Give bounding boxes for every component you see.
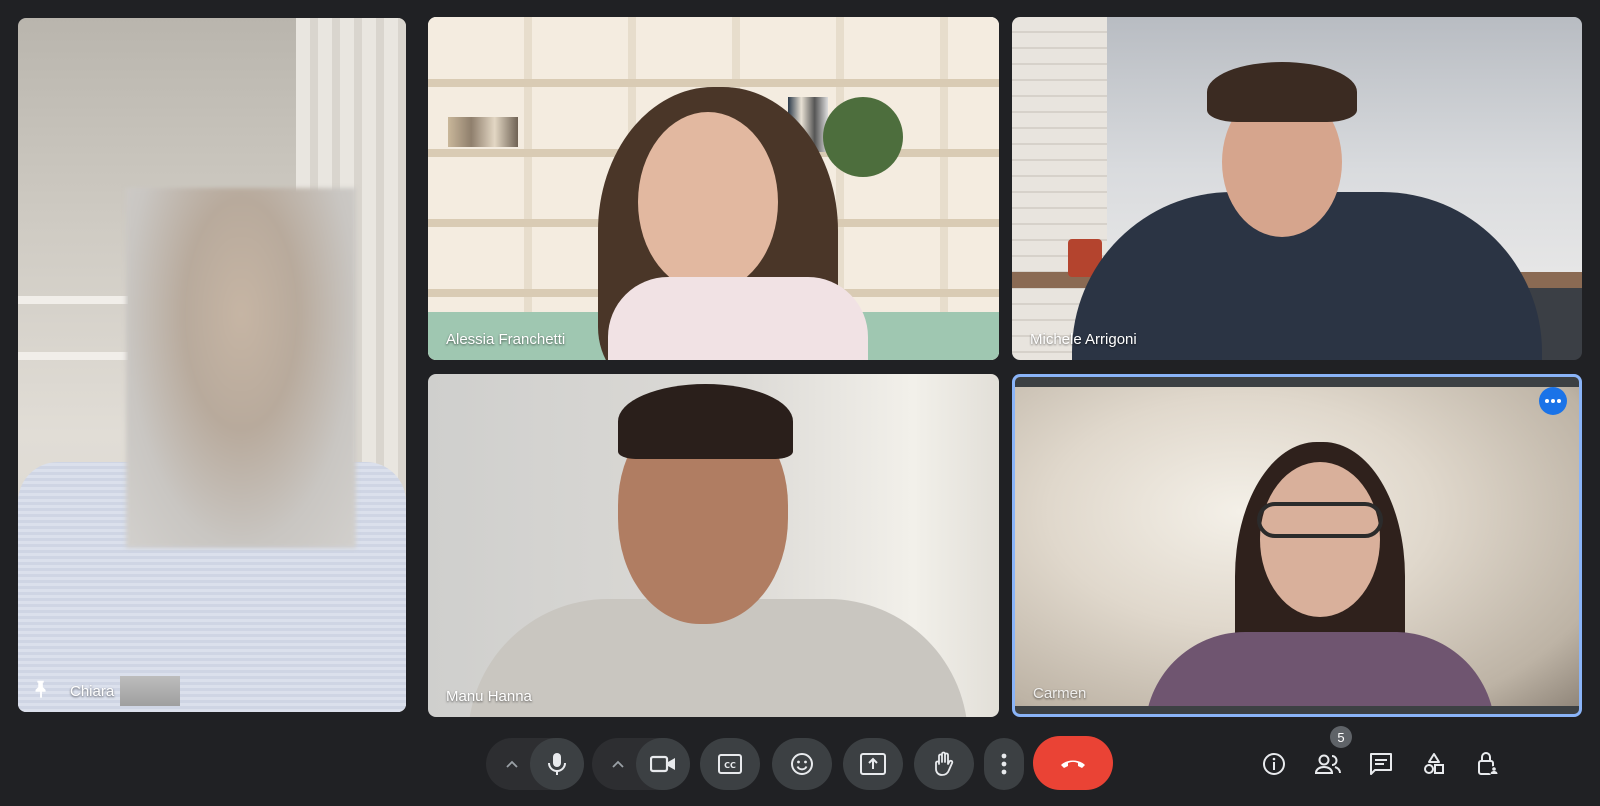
present-button[interactable] xyxy=(843,738,903,790)
shelf xyxy=(18,296,128,304)
plant xyxy=(823,97,903,177)
captions-button[interactable]: CC xyxy=(700,738,760,790)
reactions-button[interactable] xyxy=(772,738,832,790)
people-icon xyxy=(1314,754,1341,774)
svg-text:CC: CC xyxy=(724,761,736,770)
more-vert-icon xyxy=(1001,753,1007,775)
participant-tile-manu[interactable]: Manu Hanna xyxy=(428,374,999,717)
books xyxy=(448,117,518,147)
people-count-badge: 5 xyxy=(1330,726,1352,748)
participant-name: Manu Hanna xyxy=(446,688,532,705)
info-icon xyxy=(1263,753,1285,775)
participant-sweater xyxy=(1145,632,1495,714)
participant-top xyxy=(608,277,868,360)
video-options-button[interactable] xyxy=(597,738,639,790)
letterbox-bar xyxy=(1015,706,1579,714)
chat-button[interactable] xyxy=(1355,738,1407,790)
activities-button[interactable] xyxy=(1408,738,1460,790)
participant-face xyxy=(638,112,778,292)
participant-name: Alessia Franchetti xyxy=(446,331,566,348)
redacted-surname xyxy=(120,676,180,706)
present-icon xyxy=(860,753,886,775)
participant-tile-alessia[interactable]: Alessia Franchetti xyxy=(428,17,999,360)
participant-hair xyxy=(1207,62,1357,122)
participant-tile-carmen[interactable]: Carmen xyxy=(1012,374,1582,717)
camera-button[interactable] xyxy=(636,738,690,790)
raise-hand-button[interactable] xyxy=(914,738,974,790)
participant-name: Carmen xyxy=(1033,685,1087,702)
end-call-button[interactable] xyxy=(1033,736,1113,790)
pin-icon xyxy=(30,678,52,700)
mic-button[interactable] xyxy=(530,738,584,790)
blurred-face xyxy=(126,188,356,548)
participant-name: Michele Arrigoni xyxy=(1030,331,1137,348)
participant-tile-michele[interactable]: Michele Arrigoni xyxy=(1012,17,1582,360)
glasses xyxy=(1257,502,1383,538)
participant-tile-chiara[interactable]: Chiara xyxy=(18,18,406,712)
chat-icon xyxy=(1370,753,1392,775)
camera-icon xyxy=(650,755,675,773)
captions-icon: CC xyxy=(718,754,742,774)
participant-name: Chiara xyxy=(70,683,115,700)
shelf xyxy=(18,352,128,360)
audio-options-button[interactable] xyxy=(491,738,533,790)
emoji-icon xyxy=(791,753,813,775)
shapes-icon xyxy=(1424,753,1444,774)
chevron-up-icon xyxy=(506,760,518,768)
participant-face xyxy=(1260,462,1380,617)
mic-icon xyxy=(548,753,566,775)
more-horiz-icon xyxy=(1545,399,1561,403)
end-call-icon xyxy=(1061,760,1085,768)
chevron-up-icon xyxy=(612,760,624,768)
meeting-info-button[interactable] xyxy=(1248,738,1300,790)
more-options-button[interactable] xyxy=(984,738,1024,790)
host-controls-button[interactable] xyxy=(1462,738,1514,790)
tile-more-options-button[interactable] xyxy=(1539,387,1567,415)
hand-icon xyxy=(935,751,954,776)
letterbox-bar xyxy=(1015,377,1579,387)
participant-hair xyxy=(618,384,793,459)
lock-person-icon xyxy=(1478,752,1499,776)
